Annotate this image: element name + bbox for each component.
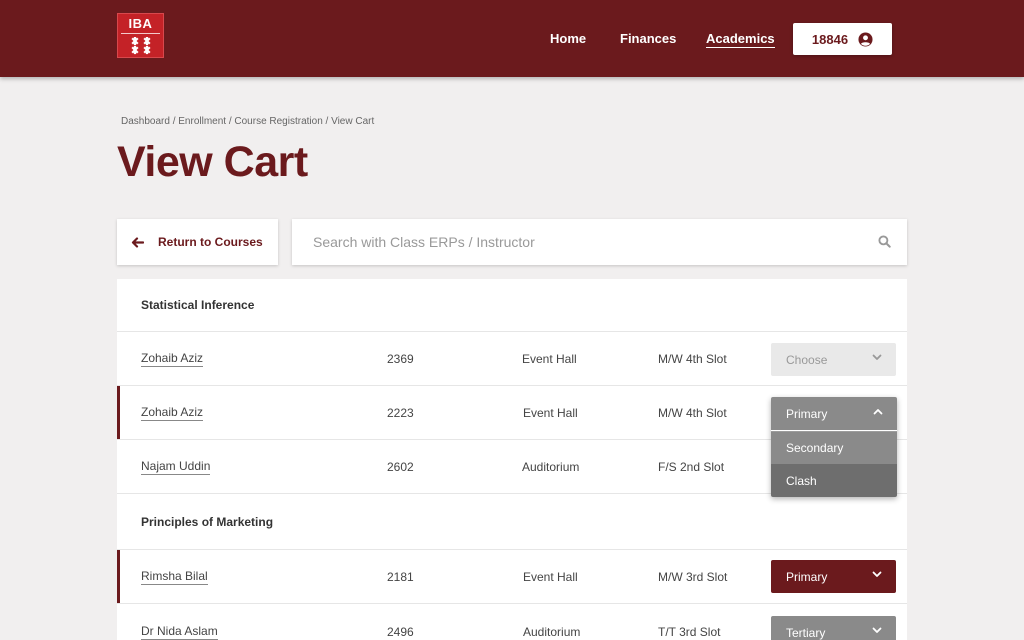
arrow-left-icon — [131, 236, 144, 248]
venue-cell: Event Hall — [522, 351, 577, 366]
instructor-link[interactable]: Najam Uddin — [141, 459, 211, 475]
breadcrumb: Dashboard / Enrollment / Course Registra… — [121, 116, 375, 127]
priority-select[interactable]: Choose — [771, 343, 896, 376]
slot-cell: M/W 4th Slot — [658, 405, 727, 420]
nav-finances[interactable]: Finances — [620, 31, 676, 46]
course-header: Principles of Marketing — [117, 495, 907, 550]
return-to-courses-label: Return to Courses — [158, 235, 263, 249]
venue-cell: Auditorium — [523, 624, 581, 639]
course-header: Statistical Inference — [117, 279, 907, 332]
nav-home[interactable]: Home — [550, 31, 586, 46]
venue-cell: Event Hall — [523, 569, 578, 584]
priority-select-value: Primary — [786, 569, 828, 584]
erp-cell: 2369 — [387, 351, 414, 366]
chevron-down-icon — [872, 571, 882, 577]
venue-cell: Auditorium — [522, 459, 580, 474]
dropdown-option-secondary[interactable]: Secondary — [771, 431, 897, 464]
dropdown-option-label: Secondary — [786, 441, 844, 455]
priority-select-value: Choose — [786, 352, 828, 367]
instructor-link[interactable]: Zohaib Aziz — [141, 405, 204, 421]
instructor-cell: Rimsha Bilal — [141, 550, 208, 603]
instructor-cell: Najam Uddin — [141, 440, 211, 493]
search-bar — [292, 219, 907, 265]
erp-cell: 2496 — [387, 624, 414, 639]
chevron-down-icon — [872, 354, 882, 360]
user-id: 18846 — [811, 31, 849, 47]
slot-cell: T/T 3rd Slot — [658, 624, 721, 639]
erp-cell: 2181 — [387, 569, 414, 584]
table-row: Rimsha Bilal 2181 Event Hall M/W 3rd Slo… — [117, 550, 907, 604]
iba-logo[interactable]: IBA — [117, 13, 164, 58]
priority-select-value: Tertiary — [786, 625, 826, 640]
slot-cell: M/W 4th Slot — [658, 351, 727, 366]
priority-select[interactable]: Tertiary — [771, 616, 896, 640]
user-account-button[interactable]: 18846 — [793, 23, 892, 55]
chevron-down-icon — [872, 627, 882, 633]
instructor-cell: Zohaib Aziz — [141, 332, 204, 385]
dropdown-option-primary[interactable]: Primary — [771, 397, 897, 430]
return-to-courses-button[interactable]: Return to Courses — [117, 219, 278, 265]
erp-cell: 2223 — [387, 405, 414, 420]
venue-cell: Event Hall — [523, 405, 578, 420]
table-row: Zohaib Aziz 2369 Event Hall M/W 4th Slot… — [117, 332, 907, 386]
dropdown-option-clash[interactable]: Clash — [771, 464, 897, 497]
priority-select[interactable]: Primary — [771, 560, 896, 593]
logo-divider — [121, 33, 160, 34]
instructor-link[interactable]: Rimsha Bilal — [141, 569, 208, 585]
instructor-link[interactable]: Zohaib Aziz — [141, 351, 204, 367]
erp-cell: 2602 — [387, 459, 414, 474]
instructor-cell: Zohaib Aziz — [141, 386, 204, 439]
slot-cell: F/S 2nd Slot — [658, 459, 725, 474]
instructor-cell: Dr Nida Aslam — [141, 605, 218, 640]
chevron-up-icon — [873, 409, 883, 415]
search-input[interactable] — [292, 219, 907, 265]
search-icon[interactable] — [878, 235, 891, 248]
dropdown-option-label: Primary — [786, 406, 828, 421]
page-title: View Cart — [117, 138, 308, 186]
dropdown-option-label: Clash — [786, 473, 817, 488]
logo-text: IBA — [128, 16, 153, 31]
priority-dropdown-menu: Primary Secondary Clash — [771, 397, 897, 497]
top-navigation-bar: IBA Home Finances Academics 18846 — [0, 0, 1024, 77]
nav-academics[interactable]: Academics — [706, 31, 775, 48]
user-avatar-icon — [858, 31, 873, 47]
logo-emblem-icon — [131, 37, 151, 55]
instructor-link[interactable]: Dr Nida Aslam — [141, 624, 218, 640]
table-row: Dr Nida Aslam 2496 Auditorium T/T 3rd Sl… — [117, 605, 907, 640]
slot-cell: M/W 3rd Slot — [658, 569, 728, 584]
